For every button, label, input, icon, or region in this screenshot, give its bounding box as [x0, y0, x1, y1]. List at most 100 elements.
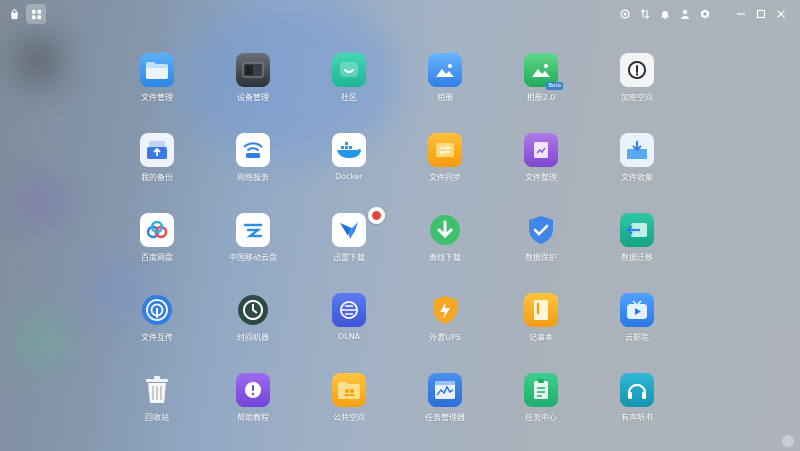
app-dlna[interactable]: DLNA	[301, 290, 397, 370]
airdrop-icon	[140, 293, 174, 327]
app-network-service[interactable]: 网络服务	[205, 130, 301, 210]
app-grid: 文件管理 设备管理 社区 相册 Beta 相册2.0 加密空间 我的备份 网络服…	[109, 50, 685, 450]
dlna-icon	[332, 293, 366, 327]
settings-button[interactable]	[698, 4, 712, 24]
app-notepad[interactable]: 记事本	[493, 290, 589, 370]
watermark-logo-icon	[782, 435, 794, 447]
app-task-center[interactable]: 任务中心	[493, 370, 589, 450]
app-grid-button[interactable]	[26, 4, 46, 24]
app-xunlei[interactable]: 迅雷下载	[301, 210, 397, 290]
app-label: 公共空间	[333, 413, 365, 422]
app-external-ups[interactable]: 外置UPS	[397, 290, 493, 370]
app-encrypted-space[interactable]: 加密空间	[589, 50, 685, 130]
app-audiobook[interactable]: 有声听书	[589, 370, 685, 450]
settings-icon	[701, 9, 709, 19]
photos-icon	[428, 53, 462, 87]
user-icon	[681, 9, 689, 19]
app-photos[interactable]: 相册	[397, 50, 493, 130]
maximize-icon	[756, 9, 766, 19]
sort-icon	[640, 9, 650, 19]
app-file-transfer[interactable]: 文件互传	[109, 290, 205, 370]
user-button[interactable]	[678, 4, 692, 24]
app-task-manager[interactable]: 任务管理器	[397, 370, 493, 450]
screenshot-button[interactable]	[618, 4, 632, 24]
app-label: 数据保护	[525, 253, 557, 262]
store-button[interactable]	[4, 4, 24, 24]
migration-icon	[620, 213, 654, 247]
app-help-tutorial[interactable]: 帮助教程	[205, 370, 301, 450]
folder-icon	[140, 53, 174, 87]
app-file-manager[interactable]: 文件管理	[109, 50, 205, 130]
sync-icon	[428, 133, 462, 167]
app-label: 相册2.0	[526, 93, 556, 102]
app-file-organize[interactable]: 文件整理	[493, 130, 589, 210]
app-label: 文件整理	[525, 173, 557, 182]
baidu-netdisk-icon	[140, 213, 174, 247]
app-label: 任务管理器	[425, 413, 465, 422]
app-label: 网络服务	[237, 173, 269, 182]
screenshot-icon	[620, 9, 630, 19]
help-icon	[236, 373, 270, 407]
app-china-mobile-cloud[interactable]: 中国移动云盘	[205, 210, 301, 290]
app-label: 设备管理	[237, 93, 269, 102]
app-data-migration[interactable]: 数据迁移	[589, 210, 685, 290]
wifi-icon	[236, 133, 270, 167]
close-button[interactable]	[774, 4, 788, 24]
docker-icon	[332, 133, 366, 167]
app-time-machine[interactable]: 时间机器	[205, 290, 301, 370]
notification-button[interactable]	[658, 4, 672, 24]
app-file-sync[interactable]: 文件同步	[397, 130, 493, 210]
app-photos-2[interactable]: Beta 相册2.0	[493, 50, 589, 130]
app-label: 任务中心	[525, 413, 557, 422]
app-label: 外置UPS	[429, 333, 461, 342]
community-icon	[332, 53, 366, 87]
close-icon	[777, 10, 785, 18]
app-grid-icon	[31, 9, 41, 19]
app-label: 离线下载	[429, 253, 461, 262]
app-data-protection[interactable]: 数据保护	[493, 210, 589, 290]
maximize-button[interactable]	[754, 4, 768, 24]
app-docker[interactable]: Docker	[301, 130, 397, 210]
top-bar-left	[4, 4, 46, 24]
shared-folder-icon	[332, 373, 366, 407]
bell-icon	[661, 11, 669, 19]
shield-icon	[524, 213, 558, 247]
app-offline-download[interactable]: 离线下载	[397, 210, 493, 290]
minimize-button[interactable]	[734, 4, 748, 24]
app-recycle-bin[interactable]: 回收站	[109, 370, 205, 450]
app-device-manager[interactable]: 设备管理	[205, 50, 301, 130]
wallpaper-blob	[20, 320, 60, 360]
app-baidu-netdisk[interactable]: 百度网盘	[109, 210, 205, 290]
app-label: 文件管理	[141, 93, 173, 102]
app-my-backup[interactable]: 我的备份	[109, 130, 205, 210]
app-label: 文件收集	[621, 173, 653, 182]
app-label: 中国移动云盘	[229, 253, 277, 262]
backup-icon	[140, 133, 174, 167]
app-label: 时间机器	[237, 333, 269, 342]
wallpaper-blob	[16, 180, 62, 226]
app-public-space[interactable]: 公共空间	[301, 370, 397, 450]
clock-history-icon	[236, 293, 270, 327]
notification-badge	[368, 207, 385, 224]
wallpaper-blob	[18, 40, 60, 82]
watermark	[782, 435, 794, 447]
app-label: 迅雷下载	[333, 253, 365, 262]
app-label: 有声听书	[621, 413, 653, 422]
china-mobile-cloud-icon	[236, 213, 270, 247]
headphones-icon	[620, 373, 654, 407]
sort-button[interactable]	[638, 4, 652, 24]
app-community[interactable]: 社区	[301, 50, 397, 130]
ups-lightning-icon	[428, 293, 462, 327]
trash-icon	[140, 373, 174, 407]
app-cloud-cinema[interactable]: 云影院	[589, 290, 685, 370]
app-label: 相册	[437, 93, 453, 102]
nas-device-icon	[236, 53, 270, 87]
minimize-icon	[737, 13, 745, 15]
app-label: Docker	[334, 172, 363, 181]
file-collect-icon	[620, 133, 654, 167]
app-label: 文件同步	[429, 173, 461, 182]
app-label: 文件互传	[141, 333, 173, 342]
tv-play-icon	[620, 293, 654, 327]
store-icon	[10, 8, 18, 19]
app-file-collect[interactable]: 文件收集	[589, 130, 685, 210]
